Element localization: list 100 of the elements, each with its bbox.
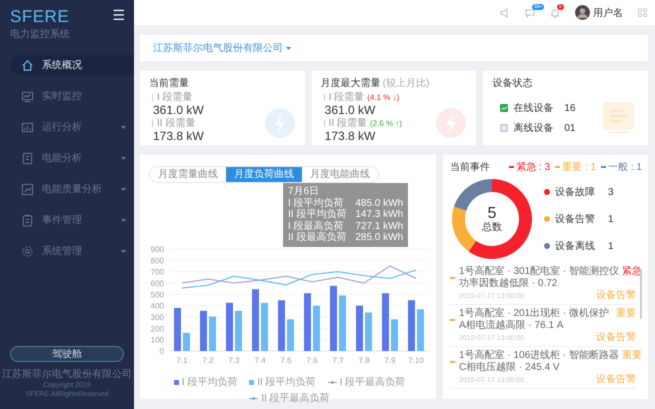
level-count: 一般 : 1 xyxy=(608,161,642,174)
legend-swatch-icon xyxy=(174,380,179,384)
legend-line-icon xyxy=(328,380,337,384)
device-count: 01 xyxy=(564,122,576,134)
tooltip-value: 485.0 kWh xyxy=(355,198,404,209)
device-label: 离线设备 xyxy=(513,122,554,135)
sidebar-item[interactable]: 事件管理 xyxy=(10,210,134,230)
chart-icon xyxy=(21,182,34,196)
tooltip-title: 7月6日 xyxy=(288,186,320,198)
demand-label: I 段需量 xyxy=(328,92,364,103)
apps-icon[interactable] xyxy=(638,8,647,17)
legend-count: 1 xyxy=(608,240,614,252)
bar xyxy=(252,289,259,351)
menu-icon[interactable]: ☰ xyxy=(112,8,125,22)
x-tick-label: 7.1 xyxy=(176,356,188,365)
y-tick-label: 200 xyxy=(150,324,164,334)
bell-icon[interactable] xyxy=(550,8,560,18)
y-tick-label: 700 xyxy=(150,268,164,277)
level-count: 紧急 : 3 xyxy=(516,160,550,174)
change-text: (4.1 % ↓) xyxy=(367,92,400,103)
x-tick-label: 7.7 xyxy=(332,356,344,365)
caret-icon xyxy=(286,46,291,50)
sidebar-item[interactable]: 电能质量分析 xyxy=(10,179,134,199)
x-tick-label: 7.5 xyxy=(280,356,292,365)
event-type: 设备告警 xyxy=(596,332,636,343)
legend-label: 设备故障 xyxy=(555,186,595,199)
event-type: 设备告警 xyxy=(596,374,636,385)
y-tick-label: 0 xyxy=(160,347,164,356)
bar xyxy=(330,286,337,351)
chart-tab[interactable]: 月度电能曲线 xyxy=(302,167,378,182)
panel-title: 当前事件 xyxy=(450,160,490,174)
tooltip-label: II 段平均负荷 xyxy=(288,209,346,220)
bar xyxy=(287,319,294,351)
bar xyxy=(417,309,424,351)
legend-swatch-icon xyxy=(249,380,254,384)
avatar-icon[interactable] xyxy=(575,5,590,20)
bar xyxy=(235,310,242,351)
sidebar-item[interactable]: 电能分析 xyxy=(10,148,134,168)
demand-value: 173.8 kW xyxy=(152,129,205,143)
demand-label: I 段需量 xyxy=(157,92,193,103)
event-marker-icon xyxy=(450,361,455,363)
demand-value: 173.8 kW xyxy=(324,129,376,143)
legend-label: II 段平最高负荷 xyxy=(261,392,330,405)
speaker-icon[interactable] xyxy=(500,8,510,18)
legend-line-icon xyxy=(249,396,258,400)
card-title: 设备状态 xyxy=(492,76,532,90)
bar xyxy=(278,300,285,351)
event-marker-icon xyxy=(450,319,455,321)
demand-label: II 段需量 xyxy=(157,118,196,129)
chart-tab[interactable]: 月度需量曲线 xyxy=(150,167,226,182)
tooltip-value: 727.1 kWh xyxy=(355,220,404,232)
document-icon xyxy=(603,102,634,133)
sidebar-item[interactable]: 运行分析 xyxy=(10,117,134,137)
event-description: 功率因数越低限 · 0.72 xyxy=(459,278,558,290)
chart-tab[interactable]: 月度负荷曲线 xyxy=(226,167,302,182)
card-title: 当前需量 xyxy=(149,76,189,90)
sidebar-item[interactable]: 实时监控 xyxy=(10,86,134,106)
bar xyxy=(339,295,346,351)
bar xyxy=(382,293,389,351)
event-location: 1号高配室 · 301配电室 · 智能测控仪 xyxy=(459,266,620,278)
clipboard-icon xyxy=(21,214,34,226)
tooltip-label: I 段平均负荷 xyxy=(288,198,345,208)
bar xyxy=(313,306,320,351)
document-icon xyxy=(21,152,34,164)
demand-value: 361.0 kW xyxy=(324,103,376,117)
event-level: 重要 xyxy=(616,308,636,320)
gear-icon xyxy=(21,244,34,258)
bar xyxy=(304,293,311,351)
company-selector[interactable]: 江苏斯菲尔电气股份有限公司 xyxy=(140,35,648,61)
bar xyxy=(356,306,363,351)
sidebar-item[interactable]: 系统管理 xyxy=(10,241,134,261)
device-count: 16 xyxy=(564,102,576,114)
legend-count: 1 xyxy=(608,214,614,224)
system-subtitle: 电力监控系统 xyxy=(9,28,70,41)
total-label: 总数 xyxy=(482,222,502,233)
device-label: 在线设备 xyxy=(513,102,554,115)
legend-label: 设备离线 xyxy=(555,240,595,253)
tooltip-label: I 段最高负荷 xyxy=(288,220,345,232)
chat-icon[interactable] xyxy=(525,8,535,18)
event-description: A相电流越高限 · 76.1 A xyxy=(459,320,564,332)
legend-label: 设备告警 xyxy=(555,212,595,226)
legend-label: I 段平均负荷 xyxy=(182,376,238,389)
user-name[interactable]: 用户名 xyxy=(593,6,623,20)
chart-icon xyxy=(21,120,34,134)
y-tick-label: 300 xyxy=(150,313,164,322)
sidebar-item[interactable]: 系统概况 xyxy=(10,55,134,75)
tooltip-label: II 段最高负荷 xyxy=(288,232,346,244)
card-note: (较上月比) xyxy=(382,76,430,90)
x-tick-label: 7.2 xyxy=(202,356,214,365)
y-tick-label: 500 xyxy=(150,290,164,300)
x-tick-label: 7.6 xyxy=(306,356,318,365)
x-tick-label: 7.10 xyxy=(408,356,424,365)
bar xyxy=(183,332,190,351)
tooltip-value: 285.0 kWh xyxy=(355,232,404,244)
tooltip-value: 147.3 kWh xyxy=(355,209,404,220)
change-text: (2.6 % ↑) xyxy=(370,118,402,129)
card-title: 月度最大需量 xyxy=(320,76,381,90)
event-marker-icon xyxy=(450,277,455,279)
event-location: 1号高配室 · 106进线柜 · 智能断路器 xyxy=(459,350,620,362)
legend-count: 3 xyxy=(608,186,614,198)
